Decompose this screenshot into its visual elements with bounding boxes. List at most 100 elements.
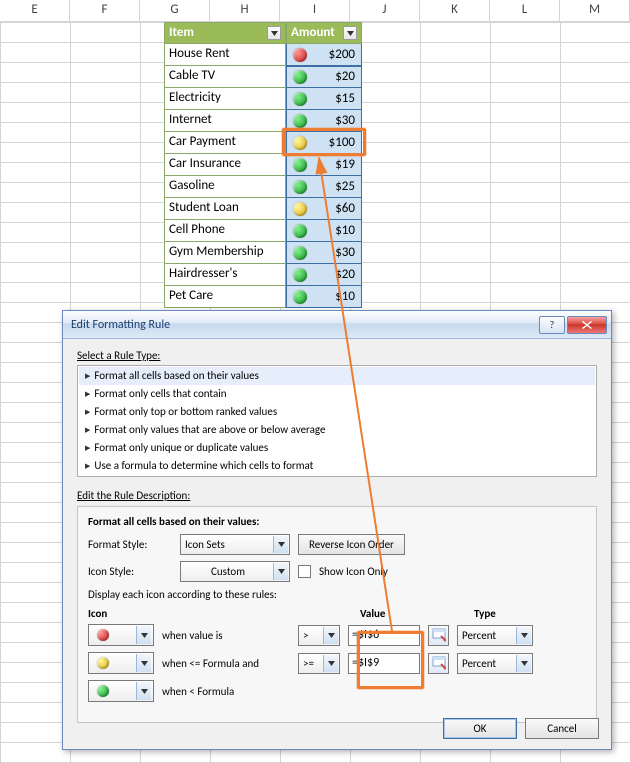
amount-cell[interactable]: $100 bbox=[286, 132, 362, 154]
amount-cell[interactable]: $15 bbox=[286, 88, 362, 110]
rule-type-item[interactable]: Use a formula to determine which cells t… bbox=[79, 457, 595, 475]
green-circle-icon bbox=[293, 180, 307, 194]
green-circle-icon bbox=[97, 685, 109, 697]
amount-value: $20 bbox=[313, 67, 357, 87]
rule-type-list[interactable]: Format all cells based on their valuesFo… bbox=[77, 365, 597, 477]
amount-cell[interactable]: $60 bbox=[286, 198, 362, 220]
rule-type-item[interactable]: Format all cells based on their values bbox=[79, 367, 595, 385]
green-circle-icon bbox=[293, 224, 307, 238]
desc-header: Format all cells based on their values: bbox=[88, 515, 586, 528]
yellow-circle-icon bbox=[293, 202, 307, 216]
operator-combo[interactable]: >= bbox=[298, 653, 340, 674]
amount-cell[interactable]: $10 bbox=[286, 220, 362, 242]
header-amount[interactable]: Amount bbox=[286, 22, 362, 44]
operator-combo[interactable]: > bbox=[298, 625, 340, 646]
icon-select[interactable] bbox=[88, 624, 154, 646]
range-picker-button[interactable] bbox=[428, 625, 449, 646]
chevron-down-icon bbox=[323, 627, 338, 644]
edit-formatting-rule-dialog: Edit Formatting Rule ? Select a Rule Typ… bbox=[62, 310, 612, 750]
close-button[interactable] bbox=[567, 316, 607, 334]
header-item-label: Item bbox=[169, 23, 194, 43]
green-circle-icon bbox=[293, 158, 307, 172]
column-headers: EFGHIJKLM bbox=[0, 0, 630, 22]
amount-cell[interactable]: $10 bbox=[286, 286, 362, 308]
amount-value: $60 bbox=[313, 199, 357, 219]
chevron-down-icon bbox=[323, 655, 338, 672]
amount-cell[interactable]: $20 bbox=[286, 264, 362, 286]
rule-type-item[interactable]: Format only cells that contain bbox=[79, 385, 595, 403]
column-header[interactable]: E bbox=[0, 0, 70, 22]
column-header[interactable]: L bbox=[490, 0, 560, 22]
green-circle-icon bbox=[293, 70, 307, 84]
item-cell[interactable]: Hairdresser's bbox=[164, 264, 286, 286]
item-cell[interactable]: Car Insurance bbox=[164, 154, 286, 176]
red-circle-icon bbox=[97, 629, 109, 641]
column-header[interactable]: H bbox=[210, 0, 280, 22]
cancel-button[interactable]: Cancel bbox=[525, 718, 599, 739]
column-header[interactable]: G bbox=[140, 0, 210, 22]
amount-cell[interactable]: $30 bbox=[286, 110, 362, 132]
show-icon-only-checkbox[interactable] bbox=[298, 565, 311, 578]
format-style-value: Icon Sets bbox=[185, 538, 225, 551]
yellow-circle-icon bbox=[293, 136, 307, 150]
dialog-title: Edit Formatting Rule bbox=[71, 318, 537, 332]
item-cell[interactable]: House Rent bbox=[164, 44, 286, 66]
amount-cell[interactable]: $19 bbox=[286, 154, 362, 176]
value-input[interactable]: =$I$9 bbox=[348, 653, 420, 674]
rule-type-item[interactable]: Format only top or bottom ranked values bbox=[79, 403, 595, 421]
green-circle-icon bbox=[293, 268, 307, 282]
column-header[interactable]: K bbox=[420, 0, 490, 22]
item-cell[interactable]: Cable TV bbox=[164, 66, 286, 88]
chevron-down-icon bbox=[271, 31, 278, 36]
rule-type-item[interactable]: Format only values that are above or bel… bbox=[79, 421, 595, 439]
value-input[interactable]: =$I$6 bbox=[348, 625, 420, 646]
operator-value: > bbox=[303, 629, 308, 642]
item-cell[interactable]: Internet bbox=[164, 110, 286, 132]
amount-value: $200 bbox=[313, 45, 357, 65]
icon-style-label: Icon Style: bbox=[88, 565, 172, 578]
amount-cell[interactable]: $25 bbox=[286, 176, 362, 198]
icon-select[interactable] bbox=[88, 680, 154, 702]
icon-rule-column-headers: Icon Value Type bbox=[88, 607, 586, 620]
filter-button-item[interactable] bbox=[267, 26, 281, 40]
format-style-combo[interactable]: Icon Sets bbox=[180, 534, 290, 555]
chevron-down-icon bbox=[273, 536, 288, 553]
item-cell[interactable]: Student Loan bbox=[164, 198, 286, 220]
icon-rule-row: when < Formula bbox=[88, 680, 586, 702]
icon-style-combo[interactable]: Custom bbox=[180, 561, 290, 582]
yellow-circle-icon bbox=[97, 657, 109, 669]
icon-select[interactable] bbox=[88, 652, 154, 674]
rule-type-item[interactable]: Format only unique or duplicate values bbox=[79, 439, 595, 457]
column-header[interactable]: J bbox=[350, 0, 420, 22]
ok-button[interactable]: OK bbox=[443, 718, 517, 739]
table-row: Electricity $15 bbox=[164, 88, 362, 110]
when-text: when <= Formula and bbox=[162, 657, 290, 670]
range-picker-button[interactable] bbox=[428, 653, 449, 674]
amount-value: $15 bbox=[313, 89, 357, 109]
chevron-down-icon bbox=[136, 626, 151, 644]
column-header[interactable]: M bbox=[560, 0, 630, 22]
dialog-titlebar[interactable]: Edit Formatting Rule ? bbox=[63, 311, 611, 339]
item-cell[interactable]: Cell Phone bbox=[164, 220, 286, 242]
filter-button-amount[interactable] bbox=[343, 26, 357, 40]
item-cell[interactable]: Car Payment bbox=[164, 132, 286, 154]
amount-cell[interactable]: $200 bbox=[286, 44, 362, 66]
format-style-label: Format Style: bbox=[88, 538, 172, 551]
amount-cell[interactable]: $20 bbox=[286, 66, 362, 88]
type-combo[interactable]: Percent bbox=[457, 653, 533, 674]
table-row: Internet$30 bbox=[164, 110, 362, 132]
item-cell[interactable]: Pet Care bbox=[164, 286, 286, 308]
amount-cell[interactable]: $30 bbox=[286, 242, 362, 264]
help-button[interactable]: ? bbox=[539, 316, 565, 334]
column-header[interactable]: I bbox=[280, 0, 350, 22]
item-cell[interactable]: Gym Membership bbox=[164, 242, 286, 264]
header-item[interactable]: Item bbox=[164, 22, 286, 44]
item-cell[interactable]: Electricity bbox=[164, 88, 286, 110]
item-cell[interactable]: Gasoline bbox=[164, 176, 286, 198]
green-circle-icon bbox=[293, 246, 307, 260]
chevron-down-icon bbox=[136, 682, 151, 700]
reverse-icon-order-button[interactable]: Reverse Icon Order bbox=[298, 534, 405, 555]
type-combo[interactable]: Percent bbox=[457, 625, 533, 646]
column-header[interactable]: F bbox=[70, 0, 140, 22]
table-row: Pet Care$10 bbox=[164, 286, 362, 308]
